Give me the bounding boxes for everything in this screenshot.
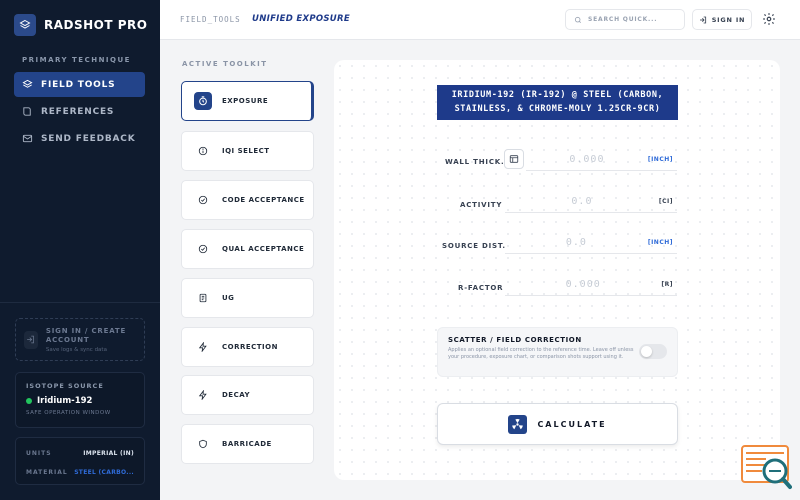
login-icon xyxy=(699,16,706,23)
activity-value: 0.0 xyxy=(571,196,593,207)
source-distance-unit[interactable]: [INCH] xyxy=(648,239,677,246)
r-factor-label: R-FACTOR xyxy=(458,284,504,292)
tool-label: IQI SELECT xyxy=(222,147,270,155)
search-placeholder: SEARCH QUICK... xyxy=(588,16,658,23)
tool-label: QUAL ACCEPTANCE xyxy=(222,245,305,253)
wall-thickness-unit[interactable]: [INCH] xyxy=(648,156,677,163)
scatter-description: Applies an optional field correction to … xyxy=(448,347,634,360)
activity-unit: [CI] xyxy=(658,198,673,205)
source-distance-value: 0.0 xyxy=(565,237,587,248)
source-distance-input[interactable]: 0.0 [INCH] xyxy=(505,232,677,254)
tool-code-acceptance[interactable]: CODE ACCEPTANCE xyxy=(181,180,314,220)
isotope-source-card: ISOTOPE SOURCE Iridium-192 SAFE OPERATIO… xyxy=(15,372,145,428)
isotope-name: Iridium-192 xyxy=(37,396,93,406)
layers-icon xyxy=(14,14,36,36)
activity-input[interactable]: 0.0 [CI] xyxy=(505,191,677,213)
sign-in-button[interactable]: SIGN IN xyxy=(692,9,752,30)
tool-label: DECAY xyxy=(222,391,251,399)
sidebar-item-field-tools[interactable]: FIELD TOOLS xyxy=(14,72,145,97)
sidebar-signin-card[interactable]: SIGN IN / CREATE ACCOUNT Save logs & syn… xyxy=(15,318,145,361)
exposure-title-line1: IRIDIUM-192 (IR-192) @ STEEL (CARBON, xyxy=(451,90,664,100)
tool-label: CORRECTION xyxy=(222,343,278,351)
login-icon xyxy=(24,330,38,349)
sidebar-item-send-feedback[interactable]: SEND FEEDBACK xyxy=(14,126,145,151)
tool-ug[interactable]: UG xyxy=(181,278,314,318)
sidebar-item-label: SEND FEEDBACK xyxy=(41,133,136,144)
top-header: FIELD_TOOLS UNIFIED EXPOSURE SEARCH QUIC… xyxy=(160,0,800,40)
sidebar-item-label: REFERENCES xyxy=(41,106,115,117)
breadcrumb-current: UNIFIED EXPOSURE xyxy=(252,14,350,24)
signin-card-title: SIGN IN / CREATE ACCOUNT xyxy=(45,326,127,344)
bolt-icon xyxy=(194,390,212,400)
material-value[interactable]: STEEL (CARBO... xyxy=(74,469,134,476)
tool-exposure[interactable]: EXPOSURE xyxy=(181,81,314,121)
r-factor-input[interactable]: 0.000 [R] xyxy=(505,274,677,296)
exposure-title: IRIDIUM-192 (IR-192) @ STEEL (CARBON, ST… xyxy=(437,85,678,120)
material-label: MATERIAL xyxy=(26,469,68,476)
search-icon xyxy=(574,16,581,23)
mail-icon xyxy=(22,134,33,143)
sidebar-item-references[interactable]: REFERENCES xyxy=(14,99,145,124)
r-factor-unit: [R] xyxy=(661,281,673,288)
sidebar-divider xyxy=(0,302,160,303)
timer-icon xyxy=(194,92,212,110)
activity-label: ACTIVITY xyxy=(460,201,503,209)
sidebar-nav: FIELD TOOLS REFERENCES SEND FEEDBACK xyxy=(14,72,145,153)
tool-qual-acceptance[interactable]: QUAL ACCEPTANCE xyxy=(181,229,314,269)
tool-label: EXPOSURE xyxy=(222,97,269,105)
scatter-correction-card: SCATTER / FIELD CORRECTION Applies an op… xyxy=(437,327,678,377)
sidebar: RADSHOT PRO PRIMARY TECHNIQUE FIELD TOOL… xyxy=(0,0,160,500)
calculate-button[interactable]: CALCULATE xyxy=(437,403,678,445)
book-icon xyxy=(23,107,31,116)
brand[interactable]: RADSHOT PRO xyxy=(14,14,147,36)
search-input[interactable]: SEARCH QUICK... xyxy=(565,9,685,30)
sign-in-label: SIGN IN xyxy=(711,15,746,24)
scatter-toggle[interactable] xyxy=(639,344,667,359)
gear-icon[interactable] xyxy=(762,12,776,26)
status-dot-icon xyxy=(26,398,32,404)
thickness-table-button[interactable] xyxy=(504,149,524,169)
tool-iqi-select[interactable]: IQI SELECT xyxy=(181,131,314,171)
check-circle-icon xyxy=(194,244,212,254)
calculate-label: CALCULATE xyxy=(537,419,607,429)
toggle-knob xyxy=(641,346,652,357)
active-toolkit-label: ACTIVE TOOLKIT xyxy=(182,60,268,68)
shield-icon xyxy=(194,439,212,449)
layers-icon xyxy=(22,79,33,88)
tool-correction[interactable]: CORRECTION xyxy=(181,327,314,367)
wall-thickness-value: 0.000 xyxy=(569,154,605,165)
units-value[interactable]: IMPERIAL (IN) xyxy=(83,450,134,457)
r-factor-value: 0.000 xyxy=(565,279,601,290)
tool-label: BARRICADE xyxy=(222,440,272,448)
tool-decay[interactable]: DECAY xyxy=(181,375,314,415)
tool-label: CODE ACCEPTANCE xyxy=(222,196,305,204)
wall-thickness-input[interactable]: 0.000 [INCH] xyxy=(526,149,677,171)
tool-barricade[interactable]: BARRICADE xyxy=(181,424,314,464)
breadcrumb-parent[interactable]: FIELD_TOOLS xyxy=(180,15,241,24)
tool-label: UG xyxy=(222,294,235,302)
wall-thickness-label: WALL THICK. xyxy=(445,158,505,166)
check-circle-icon xyxy=(194,195,212,205)
signin-card-subtitle: Save logs & sync data xyxy=(45,346,107,353)
bolt-icon xyxy=(194,342,212,352)
app-name: RADSHOT PRO xyxy=(44,18,148,32)
primary-technique-label: PRIMARY TECHNIQUE xyxy=(22,56,131,64)
table-icon xyxy=(509,155,519,163)
source-distance-label: SOURCE DIST. xyxy=(442,242,506,250)
info-icon xyxy=(194,146,212,156)
settings-card: UNITS IMPERIAL (IN) MATERIAL STEEL (CARB… xyxy=(15,437,145,485)
radiation-icon xyxy=(508,414,528,434)
help-widget-icon[interactable] xyxy=(740,443,792,491)
exposure-title-line2: STAINLESS, & CHROME-MOLY 1.25CR-9CR) xyxy=(454,104,661,114)
sidebar-item-label: FIELD TOOLS xyxy=(41,79,116,90)
scatter-title: SCATTER / FIELD CORRECTION xyxy=(448,336,582,344)
isotope-source-label: ISOTOPE SOURCE xyxy=(26,382,104,390)
document-icon xyxy=(194,293,212,303)
isotope-status: SAFE OPERATION WINDOW xyxy=(26,410,111,416)
units-label: UNITS xyxy=(26,450,52,457)
